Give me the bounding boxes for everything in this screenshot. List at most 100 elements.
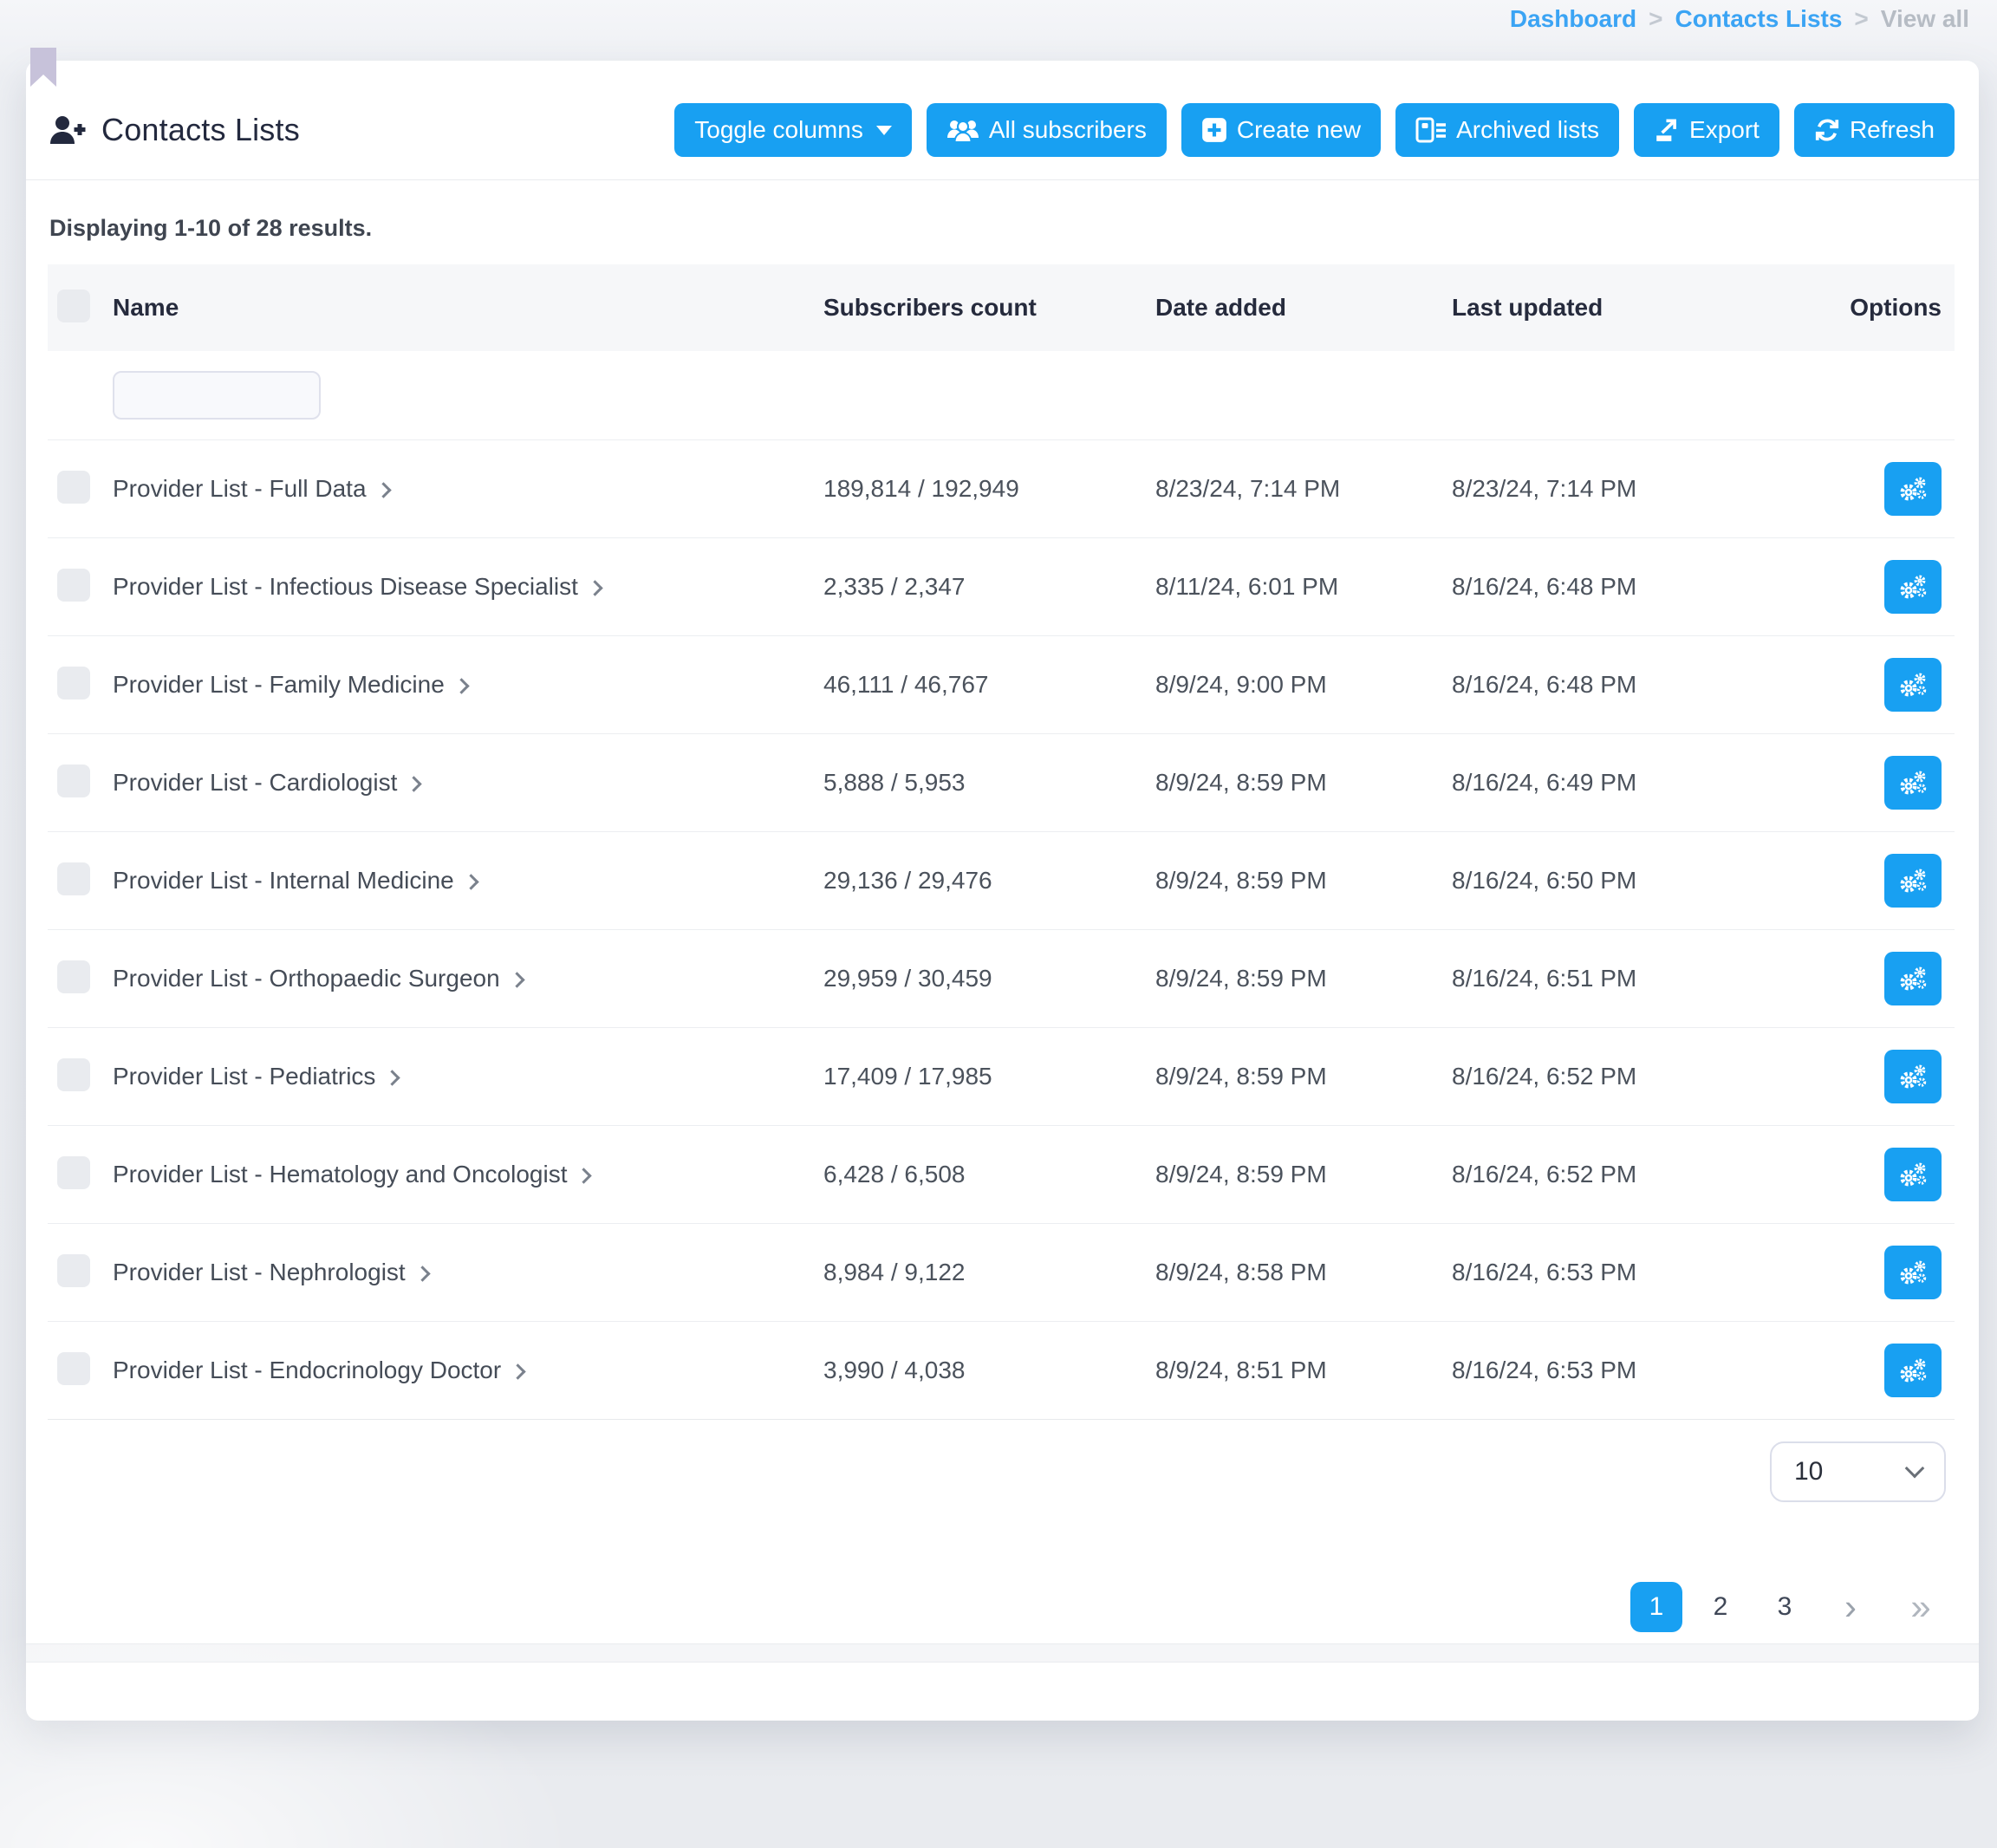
chevron-right-icon [375, 482, 391, 498]
plus-square-icon [1201, 117, 1227, 143]
list-name-link[interactable]: Provider List - Nephrologist [113, 1259, 406, 1286]
row-options-button[interactable] [1884, 560, 1942, 614]
row-checkbox[interactable] [57, 960, 90, 993]
subscribers-count-cell: 3,990 / 4,038 [823, 1357, 1155, 1384]
list-name-link[interactable]: Provider List - Infectious Disease Speci… [113, 573, 578, 601]
gears-icon [1897, 573, 1929, 601]
breadcrumb-dashboard[interactable]: Dashboard [1510, 5, 1636, 33]
list-name-cell[interactable]: Provider List - Full Data [113, 475, 823, 503]
chevron-right-icon [463, 874, 478, 889]
name-filter-input[interactable] [113, 371, 321, 420]
list-name-cell[interactable]: Provider List - Pediatrics [113, 1063, 823, 1090]
row-checkbox[interactable] [57, 667, 90, 700]
row-options-button[interactable] [1884, 1148, 1942, 1201]
select-all-checkbox[interactable] [57, 290, 90, 322]
gears-icon [1897, 867, 1929, 895]
row-options-button[interactable] [1884, 1050, 1942, 1103]
row-options-button[interactable] [1884, 462, 1942, 516]
breadcrumb-contacts-lists[interactable]: Contacts Lists [1675, 5, 1842, 33]
table-row: Provider List - Cardiologist 5,888 / 5,9… [48, 734, 1955, 832]
page-button-2[interactable]: 2 [1695, 1582, 1747, 1632]
toggle-columns-button[interactable]: Toggle columns [674, 103, 912, 157]
row-checkbox[interactable] [57, 1058, 90, 1091]
create-new-label: Create new [1237, 116, 1361, 144]
last-page-button[interactable]: » [1890, 1582, 1946, 1632]
next-page-button[interactable]: › [1823, 1582, 1878, 1632]
list-name-link[interactable]: Provider List - Cardiologist [113, 769, 397, 797]
gears-icon [1897, 1161, 1929, 1188]
row-checkbox[interactable] [57, 765, 90, 797]
subscribers-count-cell: 5,888 / 5,953 [823, 769, 1155, 797]
row-options-button[interactable] [1884, 1344, 1942, 1397]
list-name-link[interactable]: Provider List - Family Medicine [113, 671, 445, 699]
row-options-button[interactable] [1884, 952, 1942, 1005]
chevron-down-icon [1905, 1459, 1925, 1479]
row-checkbox[interactable] [57, 862, 90, 895]
row-checkbox[interactable] [57, 471, 90, 504]
breadcrumb-separator: > [1649, 5, 1662, 33]
refresh-button[interactable]: Refresh [1794, 103, 1955, 157]
subscribers-count-cell: 6,428 / 6,508 [823, 1161, 1155, 1188]
chevron-right-icon [576, 1168, 592, 1183]
list-name-link[interactable]: Provider List - Internal Medicine [113, 867, 454, 895]
export-button[interactable]: Export [1634, 103, 1779, 157]
list-name-cell[interactable]: Provider List - Infectious Disease Speci… [113, 573, 823, 601]
chevron-right-icon [511, 1363, 526, 1379]
archived-lists-button[interactable]: Archived lists [1395, 103, 1619, 157]
last-updated-cell: 8/16/24, 6:53 PM [1452, 1357, 1699, 1384]
archived-lists-label: Archived lists [1456, 116, 1599, 144]
table-row: Provider List - Internal Medicine 29,136… [48, 832, 1955, 930]
toggle-columns-label: Toggle columns [694, 116, 863, 144]
last-updated-cell: 8/16/24, 6:52 PM [1452, 1161, 1699, 1188]
date-added-cell: 8/9/24, 8:59 PM [1155, 965, 1452, 992]
row-checkbox[interactable] [57, 569, 90, 602]
list-name-link[interactable]: Provider List - Hematology and Oncologis… [113, 1161, 567, 1188]
row-options-button[interactable] [1884, 854, 1942, 908]
list-name-cell[interactable]: Provider List - Internal Medicine [113, 867, 823, 895]
column-header-subscribers[interactable]: Subscribers count [823, 294, 1155, 322]
create-new-button[interactable]: Create new [1181, 103, 1381, 157]
all-subscribers-button[interactable]: All subscribers [927, 103, 1167, 157]
row-options-button[interactable] [1884, 658, 1942, 712]
column-header-last-updated[interactable]: Last updated [1452, 294, 1699, 322]
table-row: Provider List - Endocrinology Doctor 3,9… [48, 1322, 1955, 1420]
breadcrumb-view-all: View all [1881, 5, 1969, 33]
column-header-name[interactable]: Name [113, 294, 823, 322]
toolbar: Toggle columns All subscribers [674, 103, 1955, 157]
list-name-link[interactable]: Provider List - Endocrinology Doctor [113, 1357, 501, 1384]
row-checkbox[interactable] [57, 1254, 90, 1287]
row-options-button[interactable] [1884, 756, 1942, 810]
refresh-icon [1814, 117, 1840, 143]
export-label: Export [1689, 116, 1760, 144]
users-icon [946, 117, 979, 143]
date-added-cell: 8/9/24, 8:59 PM [1155, 867, 1452, 895]
list-name-link[interactable]: Provider List - Orthopaedic Surgeon [113, 965, 500, 992]
page-button-1[interactable]: 1 [1630, 1582, 1682, 1632]
last-updated-cell: 8/16/24, 6:48 PM [1452, 573, 1699, 601]
list-name-cell[interactable]: Provider List - Cardiologist [113, 769, 823, 797]
list-name-cell[interactable]: Provider List - Orthopaedic Surgeon [113, 965, 823, 992]
results-summary: Displaying 1-10 of 28 results. [49, 215, 372, 242]
table-row: Provider List - Infectious Disease Speci… [48, 538, 1955, 636]
gears-icon [1897, 1357, 1929, 1384]
page-button-3[interactable]: 3 [1759, 1582, 1811, 1632]
column-header-date-added[interactable]: Date added [1155, 294, 1452, 322]
page-size-value: 10 [1794, 1457, 1823, 1487]
list-name-cell[interactable]: Provider List - Nephrologist [113, 1259, 823, 1286]
list-name-cell[interactable]: Provider List - Hematology and Oncologis… [113, 1161, 823, 1188]
row-checkbox[interactable] [57, 1352, 90, 1385]
row-checkbox[interactable] [57, 1156, 90, 1189]
row-options-button[interactable] [1884, 1246, 1942, 1299]
date-added-cell: 8/9/24, 8:59 PM [1155, 769, 1452, 797]
page-size-select[interactable]: 10 [1770, 1441, 1946, 1502]
list-name-link[interactable]: Provider List - Pediatrics [113, 1063, 375, 1090]
table-row: Provider List - Orthopaedic Surgeon 29,9… [48, 930, 1955, 1028]
subscribers-count-cell: 29,136 / 29,476 [823, 867, 1155, 895]
breadcrumb-separator: > [1854, 5, 1868, 33]
list-name-cell[interactable]: Provider List - Family Medicine [113, 671, 823, 699]
list-name-link[interactable]: Provider List - Full Data [113, 475, 367, 503]
date-added-cell: 8/11/24, 6:01 PM [1155, 573, 1452, 601]
list-name-cell[interactable]: Provider List - Endocrinology Doctor [113, 1357, 823, 1384]
contacts-lists-card: Contacts Lists Toggle columns [26, 61, 1979, 1721]
bookmark-icon [30, 48, 56, 87]
